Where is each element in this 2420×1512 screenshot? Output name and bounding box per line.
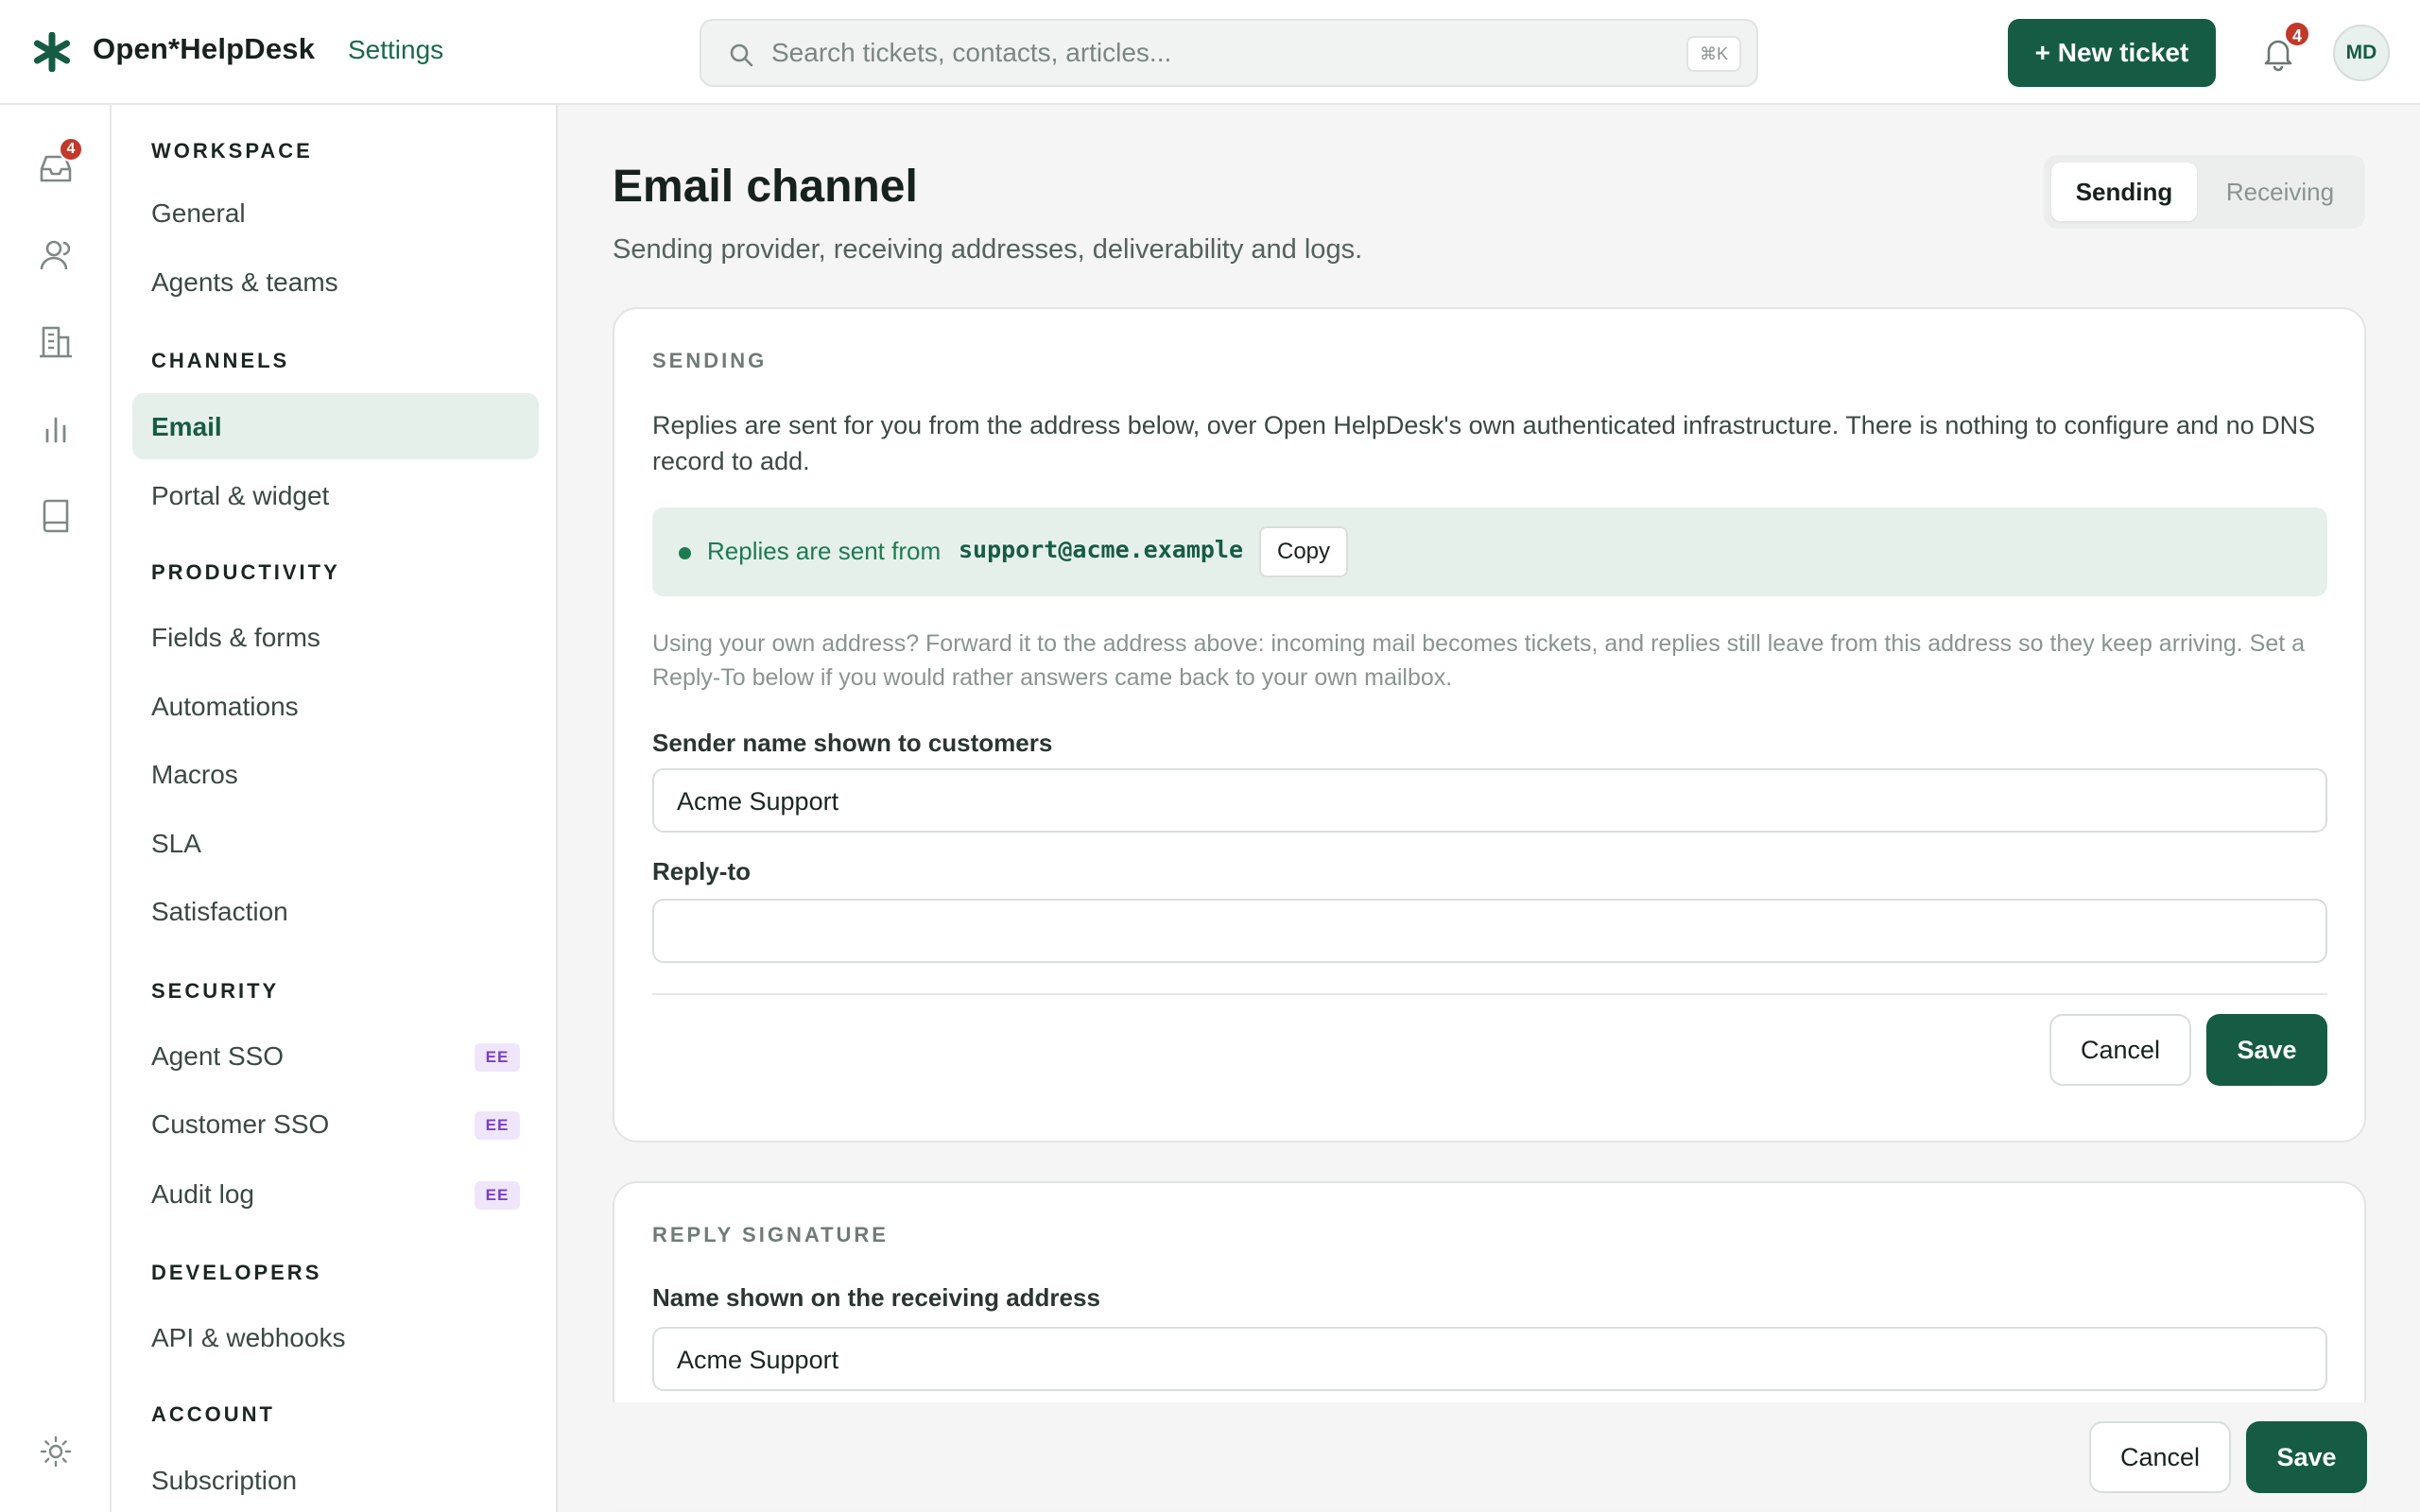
section-heading-security: SECURITY [151,979,280,1003]
status-dot-icon [679,547,691,559]
sidebar-item-agent-sso[interactable]: Agent SSO EE [132,1022,539,1089]
sidebar-item-email[interactable]: Email [132,393,539,459]
user-avatar[interactable]: MD [2333,25,2390,81]
receiving-name-value: Acme Support [677,1346,839,1374]
section-heading-workspace: WORKSPACE [151,139,313,163]
icon-rail: 4 [0,105,112,1512]
sending-receiving-tabs: Sending Receiving [2044,155,2365,229]
settings-sidebar: WORKSPACE General Agents & teams CHANNEL… [112,105,558,1512]
sidebar-item-label: Agents & teams [151,267,338,297]
new-ticket-button[interactable]: + New ticket [2008,19,2216,87]
page-title: Email channel [613,162,918,212]
section-heading-channels: CHANNELS [151,349,290,372]
sender-address: support@acme.example [959,536,1244,563]
sidebar-item-satisfaction[interactable]: Satisfaction [132,878,539,944]
sidebar-item-label: SLA [151,829,201,858]
sidebar-item-macros[interactable]: Macros [132,741,539,807]
contacts-icon[interactable] [36,235,76,275]
sending-card-heading: SENDING [652,349,768,372]
search-placeholder: Search tickets, contacts, articles... [771,38,1172,67]
sender-name-value: Acme Support [677,787,839,816]
sidebar-item-api-webhooks[interactable]: API & webhooks [132,1304,539,1370]
sidebar-item-label: Automations [151,692,299,721]
reply-to-label: Reply-to [652,857,751,885]
search-icon [730,43,753,67]
sidebar-item-label: Portal & widget [151,481,330,510]
sidebar-item-fields-forms[interactable]: Fields & forms [132,604,539,670]
form-divider [652,993,2327,995]
forwarding-note: Using your own address? Forward it to th… [652,630,2306,691]
footer-save-button[interactable]: Save [2246,1421,2367,1493]
inbox-count-badge: 4 [59,137,83,162]
footer-cancel-button[interactable]: Cancel [2089,1421,2231,1493]
sticky-footer: Cancel Save [560,1402,2420,1512]
receiving-name-label: Name shown on the receiving address [652,1283,1100,1312]
reports-icon[interactable] [36,409,76,449]
tab-sending[interactable]: Sending [2051,163,2197,221]
sidebar-item-label: Subscription [151,1466,298,1495]
sidebar-item-general[interactable]: General [132,180,539,246]
tab-receiving[interactable]: Receiving [2201,163,2360,221]
enterprise-badge: EE [475,1181,520,1210]
theme-toggle-icon[interactable] [36,1432,76,1471]
sidebar-item-label: Satisfaction [151,897,288,926]
sidebar-item-label: Fields & forms [151,623,320,652]
copy-address-button[interactable]: Copy [1259,526,1348,577]
top-bar: Open*HelpDesk Settings Search tickets, c… [0,0,2420,105]
search-shortcut: ⌘K [1685,36,1741,72]
logo-asterisk-icon [33,32,71,72]
search-input[interactable]: Search tickets, contacts, articles... ⌘K [700,19,1758,87]
reply-to-field[interactable] [652,899,2327,963]
sidebar-item-label: Customer SSO [151,1109,330,1139]
cancel-button[interactable]: Cancel [2049,1014,2191,1086]
sidebar-item-label: Email [151,412,222,441]
sidebar-item-label: General [151,198,246,228]
sidebar-item-agents-teams[interactable]: Agents & teams [132,249,539,315]
sender-name-field[interactable]: Acme Support [652,768,2327,833]
app-name[interactable]: Open*HelpDesk [93,32,315,66]
page-subtitle: Sending provider, receiving addresses, d… [613,234,1363,265]
sidebar-item-label: Agent SSO [151,1041,285,1071]
save-button[interactable]: Save [2206,1014,2327,1086]
sidebar-item-sla[interactable]: SLA [132,810,539,876]
sidebar-item-label: Audit log [151,1179,254,1209]
receiving-name-field[interactable]: Acme Support [652,1327,2327,1391]
sidebar-item-portal-widget[interactable]: Portal & widget [132,462,539,528]
section-heading-account: ACCOUNT [151,1402,275,1426]
sidebar-item-label: API & webhooks [151,1323,346,1352]
enterprise-badge: EE [475,1043,520,1072]
sending-card: SENDING Replies are sent for you from th… [613,307,2366,1143]
sidebar-item-subscription[interactable]: Subscription [132,1447,539,1512]
reply-signature-heading: REPLY SIGNATURE [652,1223,889,1246]
section-heading-developers: DEVELOPERS [151,1261,322,1284]
sidebar-item-label: Macros [151,760,238,789]
sidebar-item-audit-log[interactable]: Audit log EE [132,1160,539,1227]
sender-banner-text: Replies are sent from [707,537,942,565]
sidebar-item-automations[interactable]: Automations [132,673,539,739]
enterprise-badge: EE [475,1111,520,1140]
sender-name-label: Sender name shown to customers [652,729,1053,757]
companies-icon[interactable] [36,322,76,362]
section-heading-productivity: PRODUCTIVITY [151,560,340,584]
knowledge-base-icon[interactable] [36,496,76,536]
sender-address-banner: Replies are sent from support@acme.examp… [652,507,2327,596]
notification-count-badge: 4 [2284,21,2310,47]
sending-description: Replies are sent for you from the addres… [652,411,2316,475]
breadcrumb-settings[interactable]: Settings [348,35,443,65]
sidebar-item-customer-sso[interactable]: Customer SSO EE [132,1091,539,1157]
